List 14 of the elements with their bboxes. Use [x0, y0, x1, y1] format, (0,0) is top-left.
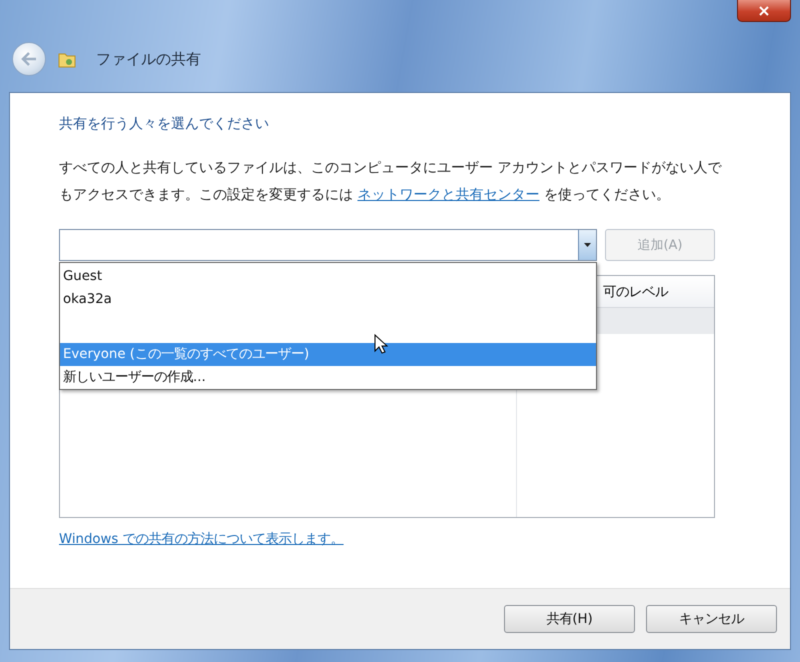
- instruction-heading: 共有を行う人々を選んでください: [59, 115, 270, 133]
- close-icon: [759, 6, 769, 16]
- help-link[interactable]: Windows での共有の方法について表示します。: [59, 530, 344, 548]
- window-title: ファイルの共有: [96, 50, 201, 68]
- left-arrow-icon: [21, 52, 37, 66]
- share-button[interactable]: 共有(H): [504, 605, 635, 633]
- network-center-link[interactable]: ネットワークと共有センター: [357, 187, 540, 203]
- mouse-pointer-icon: [374, 334, 388, 354]
- dropdown-button[interactable]: [578, 230, 596, 260]
- close-button[interactable]: [737, 0, 791, 22]
- description-text: すべての人と共有しているファイルは、このコンピュータにユーザー アカウントとパスワードがない人でもアクセスできます。この設定を変更するには ネットワークと共有センター を使ってください。: [59, 159, 723, 205]
- dropdown-option[interactable]: 新しいユーザーの作成...: [60, 366, 596, 389]
- cancel-button[interactable]: キャンセル: [646, 605, 777, 633]
- caret-icon: [584, 243, 591, 247]
